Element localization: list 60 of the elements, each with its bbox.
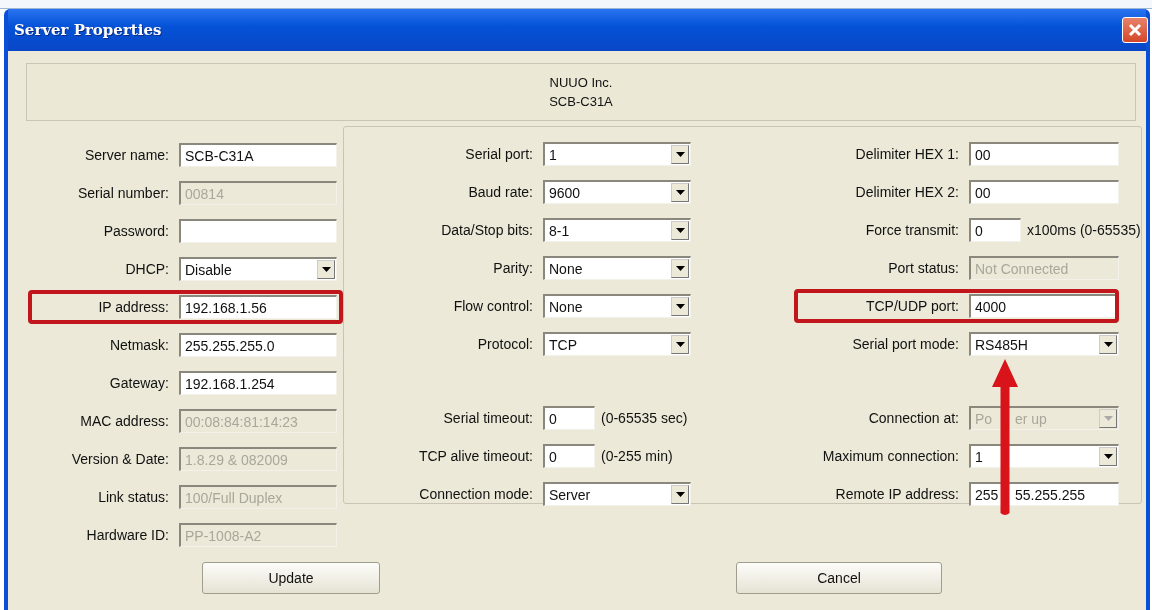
field-label: Serial number: [76,185,170,201]
dropdown[interactable]: 8-1 [543,218,691,242]
field-label: Baud rate: [467,184,534,200]
dropdown[interactable]: 9600 [543,180,691,204]
field-label: Data/Stop bits: [440,222,534,238]
dropdown[interactable]: TCP [543,332,691,356]
input-field[interactable]: 255 55.255.255 [969,482,1119,506]
input-field[interactable] [179,219,337,243]
field-label: Serial timeout: [442,410,534,426]
field-label: Hardware ID: [85,527,170,543]
unit-label: (0-255 min) [600,448,673,464]
field-label: MAC address: [79,413,170,429]
input-field[interactable]: 0 [969,218,1021,242]
field-label: Maximum connection: [821,448,960,464]
close-icon [1127,22,1143,38]
field-label: Serial port mode: [851,336,960,352]
header-text: SCB-C31A [549,94,613,109]
dropdown[interactable]: Disable [179,257,337,281]
field-label: Flow control: [452,298,534,314]
input-field[interactable]: 192.168.1.254 [179,371,337,395]
field-label: TCP/UDP port: [864,298,960,314]
input-field[interactable]: 00 [969,142,1119,166]
dropdown[interactable]: None [543,256,691,280]
field-label: Connection at: [867,410,960,426]
field-label: Force transmit: [864,222,960,238]
field-label: Gateway: [108,375,170,391]
field-label: Password: [102,223,170,239]
field-label: Delimiter HEX 2: [854,184,960,200]
window-title: Server Properties [14,21,162,39]
input-field[interactable]: 0 [543,406,595,430]
field-label: IP address: [97,299,170,315]
input-field[interactable]: 255.255.255.0 [179,333,337,357]
unit-label: x100ms (0-65535) [1026,222,1141,238]
dropdown[interactable]: 1 [543,142,691,166]
cancel-button[interactable]: Cancel [736,562,942,594]
field-label: Port status: [887,260,960,276]
field-label: DHCP: [124,261,170,277]
field-label: Version & Date: [70,451,170,467]
field-label: Server name: [83,147,170,163]
field-label: Remote IP address: [834,486,960,502]
unit-label: (0-65535 sec) [600,410,688,426]
dropdown[interactable]: 1 [969,444,1119,468]
field-label: Connection mode: [418,486,534,502]
field-label: TCP alive timeout: [417,448,534,464]
field-label: Netmask: [108,337,170,353]
field-label: Parity: [492,260,534,276]
header-text: NUUO Inc. [549,75,613,90]
input-field[interactable]: 00 [969,180,1119,204]
field-label: Protocol: [476,336,534,352]
input-field[interactable]: 192.168.1.56 [179,295,337,319]
dropdown[interactable]: Server [543,482,691,506]
close-button[interactable] [1122,17,1148,43]
field-label: Link status: [97,489,170,505]
field-label: Delimiter HEX 1: [854,146,960,162]
input-field[interactable]: 0 [543,444,595,468]
input-field[interactable]: SCB-C31A [179,143,337,167]
dropdown[interactable]: RS485H [969,332,1119,356]
field-label: Serial port: [464,146,534,162]
update-button[interactable]: Update [202,562,380,594]
dropdown[interactable]: None [543,294,691,318]
